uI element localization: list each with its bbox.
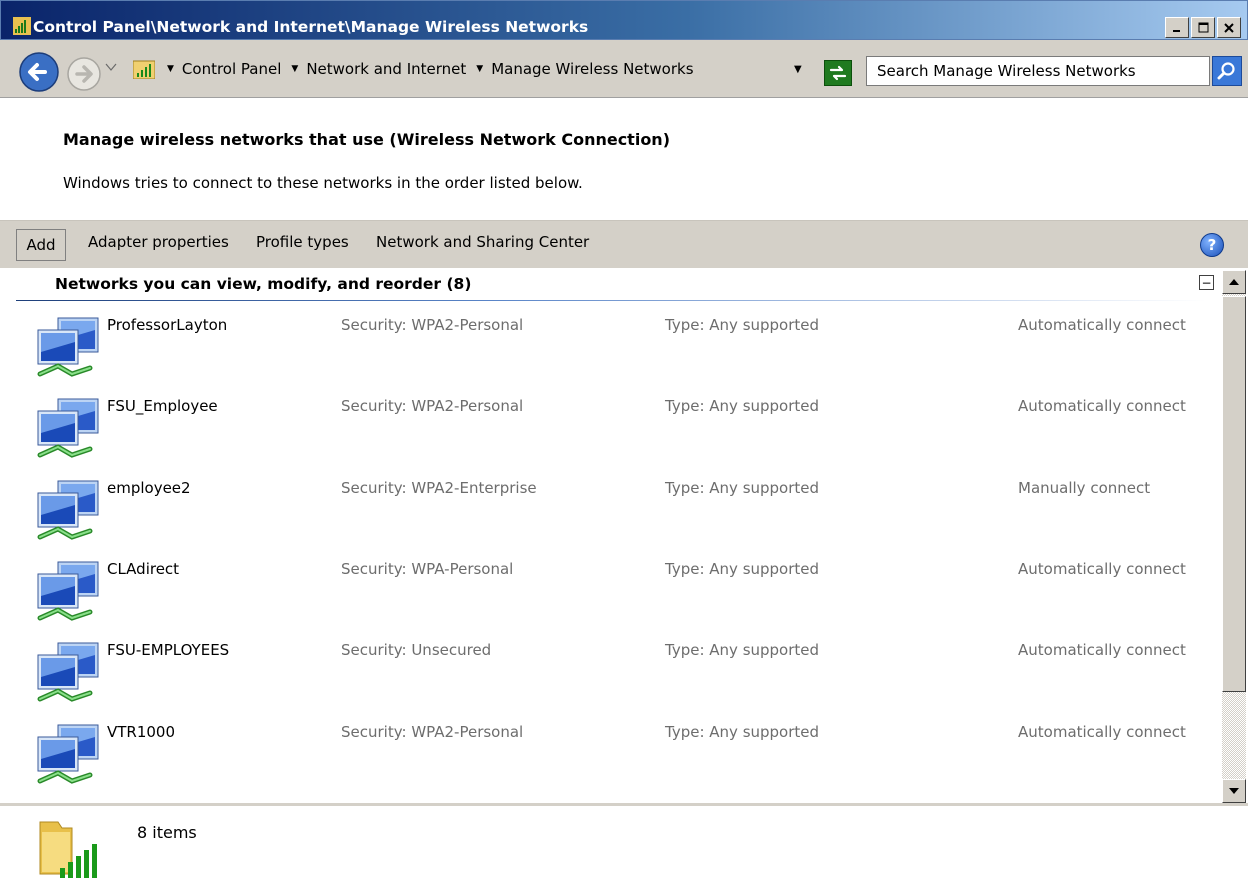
network-list: ProfessorLayton Security: WPA2-Personal Ty… [0, 300, 1222, 803]
breadcrumb-network-and-internet[interactable]: ▼ Network and Internet [291, 60, 476, 78]
refresh-button[interactable] [824, 60, 852, 86]
network-connect-mode: Automatically connect [1018, 560, 1186, 578]
network-sharing-center-button[interactable]: Network and Sharing Center [376, 233, 589, 251]
adapter-properties-button[interactable]: Adapter properties [88, 233, 229, 251]
network-name: FSU-EMPLOYEES [107, 641, 230, 659]
arrow-down-icon [1229, 788, 1239, 794]
item-count: 8 items [137, 823, 197, 842]
forward-arrow-icon[interactable] [64, 54, 104, 94]
wireless-network-icon [36, 723, 102, 793]
title-bar: Control Panel\Network and Internet\Manag… [0, 0, 1248, 40]
minimize-button[interactable] [1165, 17, 1189, 38]
group-header: Networks you can view, modify, and reord… [55, 275, 472, 293]
address-bar: ▼ Control Panel ▼ Network and Internet ▼ Ma… [0, 40, 1248, 98]
network-type: Type: Any supported [665, 641, 820, 659]
network-type: Type: Any supported [665, 479, 820, 497]
wireless-network-icon [36, 641, 102, 711]
refresh-icon [829, 65, 847, 81]
vertical-scrollbar[interactable] [1222, 270, 1246, 803]
wireless-network-icon [36, 397, 102, 467]
network-row[interactable]: FSU-EMPLOYEES Security: Unsecured Type: An… [0, 625, 1222, 706]
network-row[interactable]: CLAdirect Security: WPA-Personal Type: Any… [0, 544, 1222, 625]
page-description: Windows tries to connect to these networ… [63, 174, 583, 192]
network-signal-icon [133, 60, 155, 79]
network-connect-mode: Automatically connect [1018, 723, 1186, 741]
chevron-right-icon: ▼ [167, 64, 174, 74]
search-input[interactable]: Search Manage Wireless Networks [866, 56, 1210, 86]
chevron-right-icon: ▼ [476, 64, 484, 74]
scroll-down-button[interactable] [1222, 779, 1246, 803]
command-bar: Add Adapter properties Profile types Net… [0, 220, 1248, 268]
maximize-button[interactable] [1191, 17, 1215, 38]
network-name: employee2 [107, 479, 191, 497]
network-type: Type: Any supported [665, 723, 820, 741]
chevron-right-icon: ▼ [291, 64, 299, 74]
page-title: Manage wireless networks that use (Wirel… [63, 130, 671, 149]
wireless-network-icon [36, 479, 102, 549]
network-security: Security: WPA2-Enterprise [341, 479, 537, 497]
network-name: VTR1000 [107, 723, 176, 741]
wireless-network-icon [36, 316, 102, 386]
network-signal-icon [13, 17, 31, 35]
collapse-group-button[interactable]: − [1199, 275, 1214, 290]
minimize-icon [1173, 29, 1180, 32]
network-row[interactable]: VTR1000 Security: WPA2-Personal Type: Any … [0, 707, 1222, 788]
network-name: FSU_Employee [107, 397, 218, 415]
network-type: Type: Any supported [665, 560, 820, 578]
network-row[interactable]: FSU_Employee Security: WPA2-Personal Type:… [0, 381, 1222, 462]
details-pane: 8 items [0, 806, 1248, 886]
network-security: Security: WPA2-Personal [341, 316, 524, 334]
network-connect-mode: Automatically connect [1018, 397, 1186, 415]
add-button[interactable]: Add [16, 229, 66, 261]
wireless-network-icon [36, 560, 102, 630]
back-arrow-icon[interactable] [17, 50, 61, 94]
scroll-thumb[interactable] [1222, 296, 1246, 692]
search-icon [1217, 62, 1235, 80]
network-security: Security: Unsecured [341, 641, 492, 659]
minus-icon: − [1201, 275, 1212, 290]
network-security: Security: WPA-Personal [341, 560, 514, 578]
network-row[interactable]: ProfessorLayton Security: WPA2-Personal Ty… [0, 300, 1222, 381]
breadcrumb-control-panel[interactable]: ▼ Control Panel [167, 60, 291, 78]
wireless-folder-icon [39, 821, 97, 878]
network-security: Security: WPA2-Personal [341, 397, 524, 415]
breadcrumb-manage-wireless-networks[interactable]: ▼ Manage Wireless Networks [476, 60, 703, 78]
scroll-up-button[interactable] [1222, 270, 1246, 294]
network-type: Type: Any supported [665, 397, 820, 415]
search-button[interactable] [1212, 56, 1242, 86]
network-type: Type: Any supported [665, 316, 820, 334]
network-security: Security: WPA2-Personal [341, 723, 524, 741]
profile-types-button[interactable]: Profile types [256, 233, 349, 251]
network-connect-mode: Manually connect [1018, 479, 1151, 497]
network-connect-mode: Automatically connect [1018, 316, 1186, 334]
network-row[interactable]: employee2 Security: WPA2-Enterprise Type: … [0, 463, 1222, 544]
arrow-up-icon [1229, 279, 1239, 285]
history-dropdown-icon[interactable] [104, 60, 118, 74]
address-field[interactable]: ▼ Control Panel ▼ Network and Internet ▼ Ma… [125, 54, 819, 84]
address-dropdown-icon[interactable]: ▼ [794, 64, 802, 75]
network-name: ProfessorLayton [107, 316, 228, 334]
window-title: Control Panel\Network and Internet\Manag… [33, 18, 589, 36]
close-icon [1224, 22, 1234, 33]
network-connect-mode: Automatically connect [1018, 641, 1186, 659]
close-button[interactable] [1217, 17, 1241, 38]
help-icon[interactable]: ? [1200, 233, 1224, 257]
network-name: CLAdirect [107, 560, 180, 578]
maximize-icon [1198, 22, 1208, 33]
